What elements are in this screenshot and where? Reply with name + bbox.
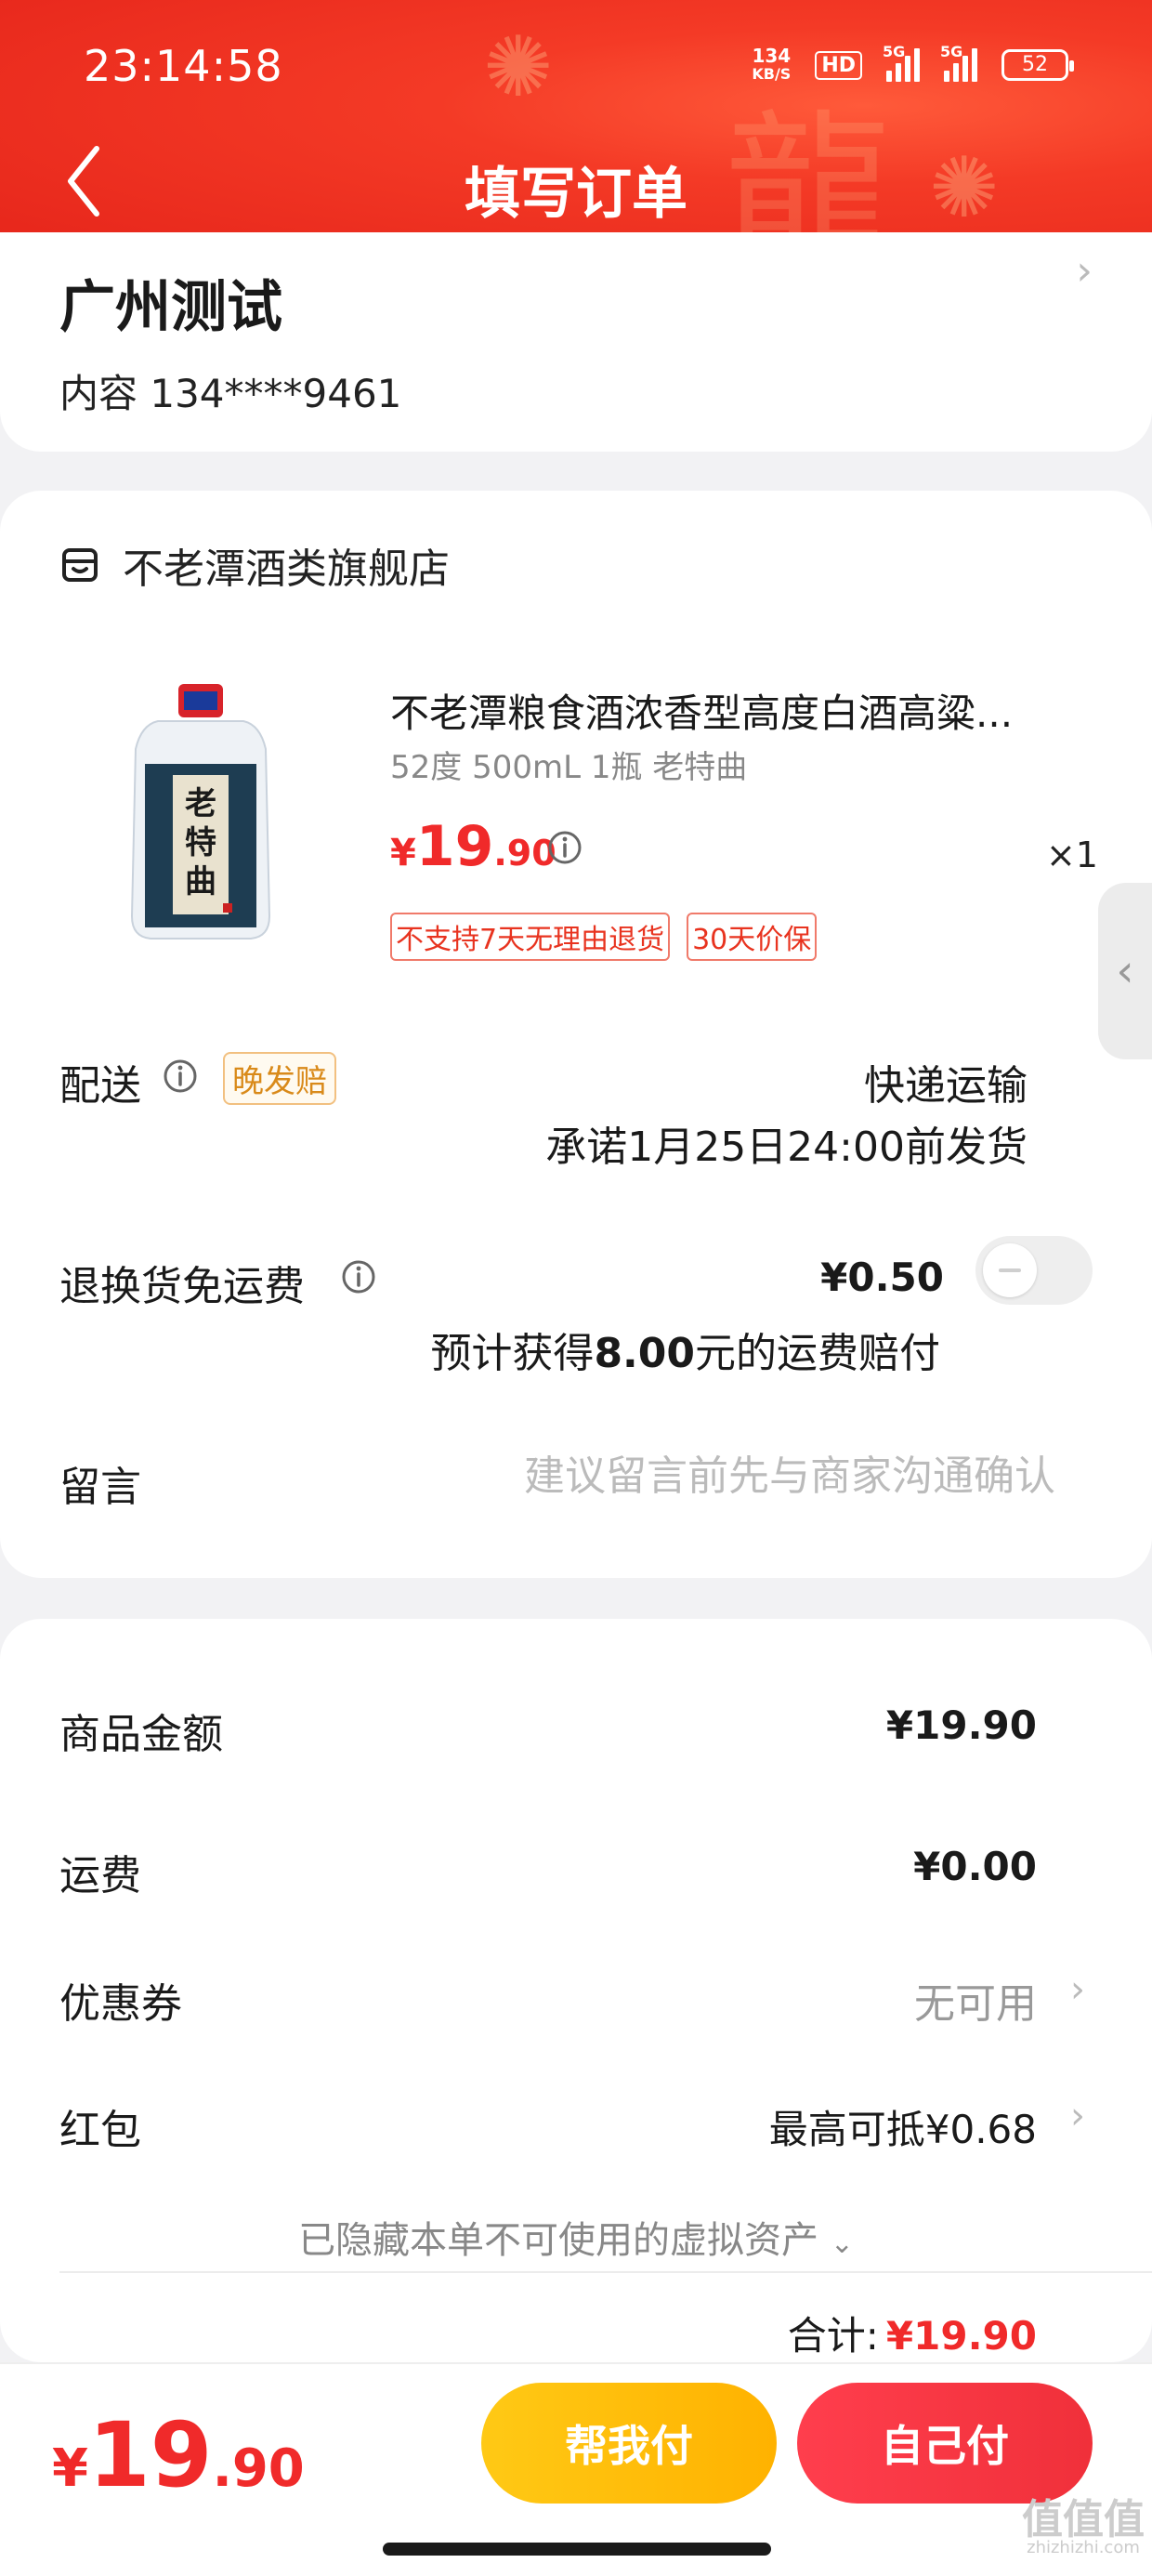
address-card[interactable]: 广州测试 内容 134****9461 › [0, 232, 1152, 452]
svg-text:老: 老 [185, 785, 216, 822]
signal-icon: 5G [883, 43, 920, 82]
total-value: ¥19.90 [885, 2313, 1037, 2359]
shop-header[interactable]: 不老潭酒类旗舰店 [59, 535, 450, 595]
checkout-bar: ¥ 19 .90 帮我付 自己付 值值值 zhizhizhi.com [0, 2362, 1152, 2576]
watermark-sub: zhizhizhi.com [1027, 2538, 1140, 2557]
hidden-assets-text: 已隐藏本单不可使用的虚拟资产 [298, 2219, 819, 2262]
status-icons: 134 KB/S HD 5G 5G 52 [752, 43, 1074, 84]
compensation-amount: 8.00 [594, 1330, 695, 1377]
hidden-assets-toggle[interactable]: 已隐藏本单不可使用的虚拟资产 ⌄ [0, 2210, 1152, 2264]
return-shipping-toggle[interactable] [975, 1236, 1093, 1305]
compensation-prefix: 预计获得 [430, 1330, 595, 1377]
price-integer: 19 [87, 2403, 213, 2507]
signal-tag: 5G [940, 43, 963, 60]
price-decimal: .90 [212, 2438, 305, 2499]
header-bar: ✺ ✺ 龍 23:14:58 134 KB/S HD 5G 5G 52 填写订单 [0, 0, 1152, 264]
goods-amount-value: ¥19.90 [885, 1702, 1037, 1748]
coupon-label: 优惠券 [59, 1980, 182, 2028]
info-icon[interactable] [546, 829, 583, 866]
total-row: 合计: ¥19.90 [788, 2305, 1037, 2361]
watermark-main: 值值值 [1022, 2496, 1145, 2543]
divider [59, 2271, 1152, 2273]
store-icon [62, 548, 98, 582]
price-currency: ¥ [390, 832, 416, 874]
order-card: 不老潭酒类旗舰店 老 特 曲 不老潭粮食酒浓香型高度白酒高粱... 52度 50… [0, 491, 1152, 1578]
delivery-promise: 承诺1月25日24:00前发货 [545, 1124, 1028, 1171]
total-label: 合计: [787, 2313, 879, 2359]
chevron-down-icon: ⌄ [830, 2228, 854, 2260]
address-contact: 内容 134****9461 [59, 371, 402, 416]
product-quantity: ×1 [1045, 835, 1098, 875]
svg-text:曲: 曲 [185, 863, 216, 900]
goods-amount-label: 商品金额 [59, 1711, 223, 1758]
product-image[interactable]: 老 特 曲 [121, 684, 281, 944]
network-speed: 134 KB/S [752, 46, 791, 84]
info-icon[interactable] [340, 1258, 377, 1295]
product-title[interactable]: 不老潭粮食酒浓香型高度白酒高粱... [390, 682, 1078, 739]
chevron-right-icon: › [1070, 2095, 1085, 2137]
home-indicator[interactable] [383, 2543, 771, 2556]
battery-icon: 52 [1001, 49, 1074, 81]
delivery-label: 配送 [59, 1062, 141, 1110]
price-integer: 19 [415, 814, 494, 879]
info-icon[interactable] [162, 1058, 199, 1095]
return-shipping-label: 退换货免运费 [59, 1263, 305, 1310]
shipping-fee-value: ¥0.00 [913, 1844, 1037, 1889]
page-title: 填写订单 [465, 162, 687, 227]
message-input[interactable] [461, 1446, 1055, 1505]
side-drawer-handle[interactable]: ‹ [1098, 883, 1152, 1059]
red-packet-value: 最高可抵¥0.68 [768, 2107, 1037, 2152]
price-currency: ¥ [52, 2438, 88, 2499]
chevron-right-icon: › [1070, 1968, 1085, 2011]
product-spec: 52度 500mL 1瓶 老特曲 [390, 749, 748, 786]
signal-tag: 5G [883, 43, 906, 60]
tag-price-protect[interactable]: 30天价保 [687, 913, 818, 961]
message-label: 留言 [59, 1464, 141, 1511]
delivery-method: 快递运输 [864, 1062, 1028, 1110]
svg-text:特: 特 [185, 824, 216, 861]
chevron-right-icon: › [1076, 247, 1093, 295]
compensation-text: 预计获得8.00元的运费赔付 [430, 1320, 940, 1379]
signal-icon: 5G [940, 43, 977, 82]
checkout-price: ¥ 19 .90 [52, 2403, 305, 2507]
product-tags: 不支持7天无理由退货 30天价保 [390, 913, 818, 961]
watermark: 值值值 zhizhizhi.com [1022, 2500, 1145, 2557]
coupon-value: 无可用 [914, 1980, 1037, 2028]
return-shipping-price: ¥0.50 [820, 1255, 944, 1300]
pay-myself-button[interactable]: 自己付 [797, 2383, 1093, 2504]
hd-icon: HD [815, 50, 862, 80]
firework-decoration: ✺ [483, 19, 554, 116]
network-speed-value: 134 [752, 45, 792, 67]
late-compensation-badge[interactable]: 晚发赔 [223, 1052, 336, 1105]
product-price: ¥ 19 .90 [390, 814, 556, 879]
shop-name: 不老潭酒类旗舰店 [123, 545, 450, 593]
compensation-suffix: 元的运费赔付 [695, 1330, 940, 1377]
tag-no-return: 不支持7天无理由退货 [390, 913, 671, 961]
help-me-pay-button[interactable]: 帮我付 [481, 2383, 777, 2504]
shipping-fee-label: 运费 [59, 1852, 141, 1899]
address-name: 广州测试 [59, 275, 282, 340]
network-speed-unit: KB/S [752, 65, 792, 83]
status-time: 23:14:58 [84, 41, 283, 91]
red-packet-label: 红包 [59, 2107, 141, 2154]
toggle-knob [983, 1243, 1037, 1297]
summary-card: 商品金额 ¥19.90 运费 ¥0.00 优惠券 无可用 › 红包 最高可抵¥0… [0, 1619, 1152, 2362]
